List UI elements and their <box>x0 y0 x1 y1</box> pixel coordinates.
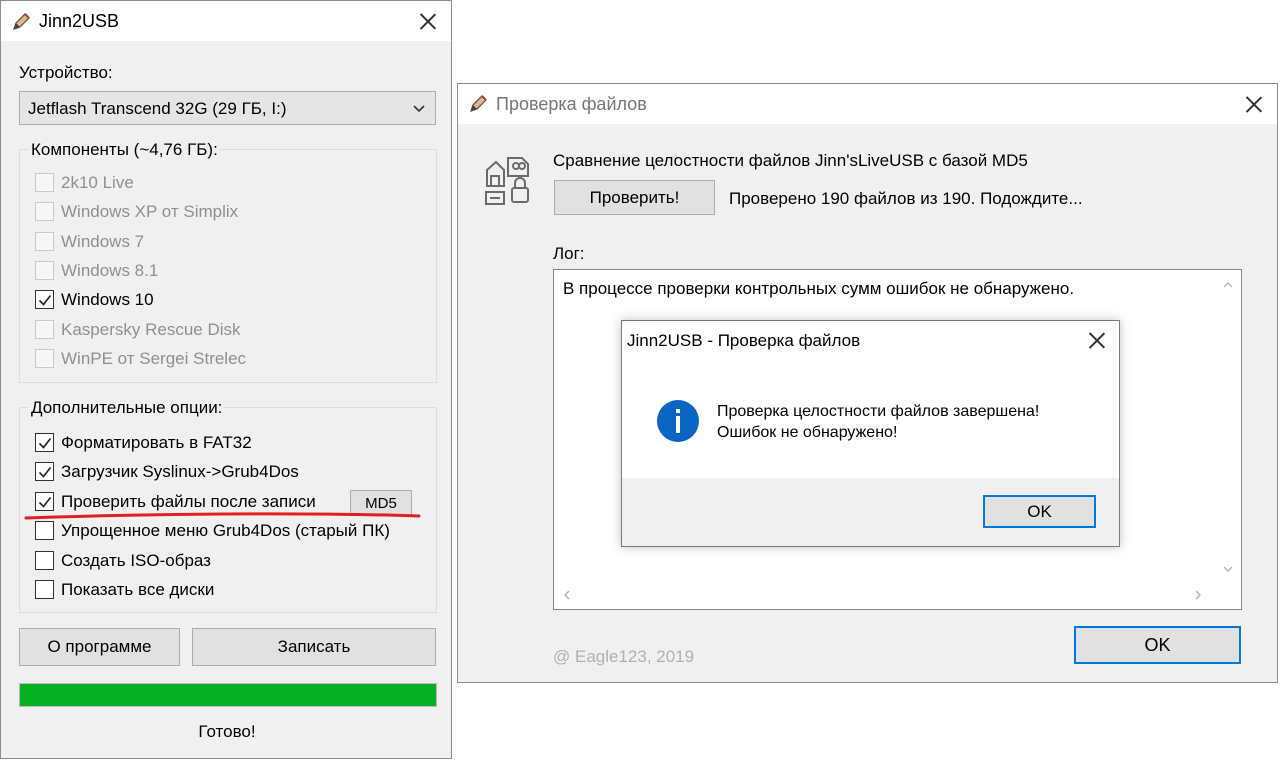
checkbox-checked[interactable] <box>35 433 54 452</box>
verify-close-icon[interactable] <box>1240 90 1268 118</box>
log-label: Лог: <box>553 244 585 263</box>
checkbox-checked[interactable] <box>35 290 54 310</box>
scroll-right-icon[interactable] <box>1191 588 1205 602</box>
write-progress-fill <box>20 684 436 706</box>
checkbox[interactable] <box>35 521 54 541</box>
checkbox-label: Windows 8.1 <box>61 260 159 280</box>
checkmark-icon <box>38 295 52 306</box>
checkbox-label: WinPE от Sergei Strelec <box>61 348 247 368</box>
check-progress-text: Проверено 190 файлов из 190. Подождите..… <box>729 189 1083 208</box>
status-text: Готово! <box>198 722 256 741</box>
checkbox <box>35 202 54 222</box>
checkbox-label: Windows 10 <box>61 290 154 310</box>
checkbox-label: Kaspersky Rescue Disk <box>61 319 241 339</box>
copyright-text: @ Eagle123, 2019 <box>553 647 695 666</box>
checkbox-label: Загрузчик Syslinux->Grub4Dos <box>61 462 299 482</box>
message-line-2: Ошибок не обнаружено! <box>717 424 898 441</box>
check-button[interactable]: Проверить! <box>554 180 715 215</box>
checkbox-label: Создать ISO-образ <box>61 550 211 570</box>
message-line-1: Проверка целостности файлов завершена! <box>717 403 1040 420</box>
checkmark-icon <box>38 467 52 479</box>
main-titlebar: Jinn2USB <box>1 1 451 41</box>
checkbox-label: Windows 7 <box>61 231 145 251</box>
device-select-value: Jetflash Transcend 32G (29 ГБ, I:) <box>28 99 287 118</box>
checkbox <box>35 231 54 251</box>
main-window-title: Jinn2USB <box>39 11 120 31</box>
message-box-close-icon[interactable] <box>1083 326 1111 354</box>
checkbox <box>35 173 54 192</box>
checkbox <box>35 319 54 339</box>
usb-pencil-icon <box>470 95 487 112</box>
options-title: Дополнительные опции: <box>29 398 225 418</box>
log-text: В процессе проверки контрольных сумм оши… <box>563 279 1075 298</box>
scroll-up-icon[interactable] <box>1221 278 1235 292</box>
main-window: Jinn2USB Устройство: Jetflash Transcend … <box>0 0 452 759</box>
message-box-footer: OK <box>622 478 1119 546</box>
verify-titlebar: Проверка файлов <box>458 84 1277 124</box>
checkbox-label: Windows XP от Simplix <box>61 202 239 222</box>
info-icon <box>657 400 699 442</box>
checkbox[interactable] <box>35 580 54 599</box>
write-button[interactable]: Записать <box>192 628 436 666</box>
message-box: Jinn2USB - Проверка файлов Проверка цело… <box>621 320 1120 547</box>
checkbox[interactable] <box>35 550 54 570</box>
verify-ok-button[interactable]: OK <box>1074 626 1241 664</box>
usb-pencil-icon <box>13 13 30 30</box>
chevron-down-icon <box>413 105 425 113</box>
about-button[interactable]: О программе <box>19 628 180 666</box>
components-title: Компоненты (~4,76 ГБ): <box>29 140 220 160</box>
message-box-title: Jinn2USB - Проверка файлов <box>627 331 861 350</box>
verify-window-title: Проверка файлов <box>496 94 647 114</box>
checkbox-label: 2k10 Live <box>61 173 134 192</box>
checkbox <box>35 260 54 280</box>
checkbox-checked[interactable] <box>35 462 54 482</box>
file-integrity-icon <box>485 157 529 205</box>
checkbox-label: Упрощенное меню Grub4Dos (старый ПК) <box>61 521 390 541</box>
checkbox-checked[interactable] <box>35 491 54 511</box>
write-progress-bar <box>19 683 437 707</box>
verify-heading: Сравнение целостности файлов Jinn'sLiveU… <box>553 151 1028 170</box>
device-select[interactable]: Jetflash Transcend 32G (29 ГБ, I:) <box>19 91 436 125</box>
device-label: Устройство: <box>19 63 113 82</box>
checkbox-label: Форматировать в FAT32 <box>61 433 252 452</box>
checkbox <box>35 348 54 368</box>
checkmark-icon <box>38 496 52 508</box>
annotation-underline <box>24 512 421 520</box>
checkbox-label: Показать все диски <box>61 580 215 599</box>
scroll-left-icon[interactable] <box>560 588 574 602</box>
scroll-down-icon[interactable] <box>1221 562 1235 576</box>
checkmark-icon <box>38 438 52 449</box>
message-ok-button[interactable]: OK <box>983 495 1096 528</box>
main-close-icon[interactable] <box>414 7 442 35</box>
